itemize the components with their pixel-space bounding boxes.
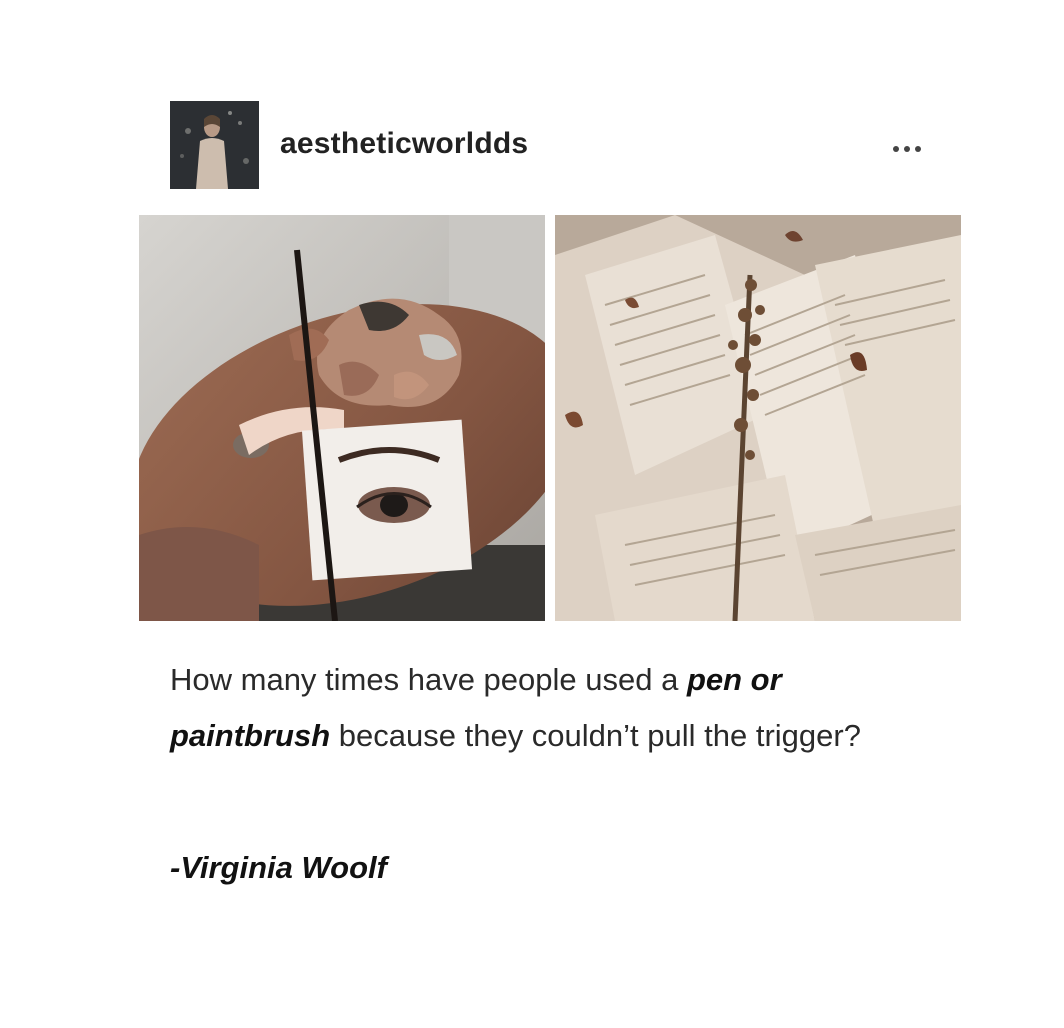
caption-text: How many times have people used a	[170, 662, 687, 697]
post-caption: How many times have people used a pen or…	[170, 652, 930, 764]
more-dot	[904, 146, 910, 152]
user-avatar[interactable]	[170, 101, 259, 189]
photo-books[interactable]	[555, 215, 961, 621]
photo-palette[interactable]	[139, 215, 545, 621]
username[interactable]: aestheticworldds	[280, 126, 528, 162]
palette-image	[139, 215, 545, 621]
books-image	[555, 215, 961, 621]
tumblr-post: aestheticworldds How many times have peo…	[0, 0, 1064, 1028]
more-options-icon[interactable]	[893, 142, 933, 156]
more-dot	[915, 146, 921, 152]
more-dot	[893, 146, 899, 152]
avatar-image	[170, 101, 259, 189]
quote-attribution: -Virginia Woolf	[170, 850, 387, 885]
caption-text-continued: because they couldn’t pull the trigger?	[330, 718, 861, 753]
